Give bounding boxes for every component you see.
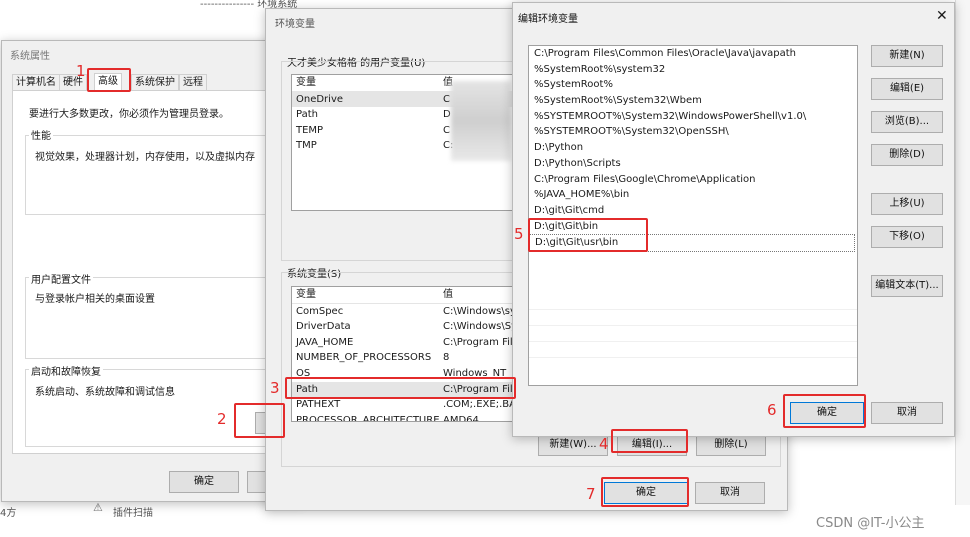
list-item[interactable]: %SYSTEMROOT%\System32\WindowsPowerShell\…	[529, 109, 857, 125]
blurred-region	[451, 81, 511, 161]
move-up-button[interactable]: 上移(U)	[871, 193, 943, 215]
user-profile-desc: 与登录帐户相关的桌面设置	[35, 294, 155, 305]
table-row[interactable]: PROCESSOR_ARCHITECTURE AMD64	[292, 413, 515, 421]
highlight-edit-ok	[783, 394, 866, 428]
performance-desc: 视觉效果，处理器计划，内存使用，以及虚拟内存	[35, 152, 255, 163]
highlight-env-ok	[601, 477, 689, 507]
table-row[interactable]: PATHEXT .COM;.EXE;.BAT	[292, 397, 515, 413]
performance-label: 性能	[29, 127, 53, 142]
system-properties-ok-button[interactable]: 确定	[169, 471, 239, 493]
tab-computer-name[interactable]: 计算机名	[12, 74, 60, 91]
system-variables-header: 变量 值	[292, 287, 515, 304]
performance-group	[25, 135, 277, 215]
column-header-variable: 变量	[296, 77, 316, 88]
list-item[interactable]: %SystemRoot%	[529, 77, 857, 93]
step-label-7: 7	[586, 485, 596, 503]
column-header-value: 值	[443, 289, 453, 300]
new-path-button[interactable]: 新建(N)	[871, 45, 943, 67]
highlight-advanced-tab	[87, 68, 131, 92]
list-item[interactable]: D:\git\Git\cmd	[529, 203, 857, 219]
list-item[interactable]: %SYSTEMROOT%\System32\OpenSSH\	[529, 124, 857, 140]
environment-cancel-button[interactable]: 取消	[695, 482, 765, 504]
step-label-4: 4	[599, 435, 609, 453]
warning-icon: ⚠	[93, 501, 103, 514]
window-title: 编辑环境变量	[518, 14, 578, 25]
user-profile-label: 用户配置文件	[29, 271, 93, 286]
tab-system-protection[interactable]: 系统保护	[131, 74, 179, 91]
step-label-3: 3	[270, 379, 280, 397]
list-item[interactable]: D:\Python	[529, 140, 857, 156]
highlight-new-git-paths	[528, 218, 648, 252]
window-title: 环境变量	[275, 19, 315, 30]
admin-note: 要进行大多数更改，你必须作为管理员登录。	[29, 109, 229, 120]
list-item[interactable]: %SystemRoot%\system32	[529, 62, 857, 78]
list-item[interactable]: C:\Program Files\Common Files\Oracle\Jav…	[529, 46, 857, 62]
window-title: 系统属性	[10, 51, 50, 62]
edit-text-button[interactable]: 编辑文本(T)...	[871, 275, 943, 297]
delete-system-variable-button[interactable]: 删除(L)	[696, 434, 766, 456]
watermark: CSDN @IT-小公主	[816, 516, 925, 531]
table-row[interactable]: NUMBER_OF_PROCESSORS 8	[292, 350, 515, 366]
path-entries-list[interactable]: C:\Program Files\Common Files\Oracle\Jav…	[528, 45, 858, 386]
list-item[interactable]: %SystemRoot%\System32\Wbem	[529, 93, 857, 109]
background-bottom-left-text: 4方	[0, 508, 17, 519]
new-system-variable-button[interactable]: 新建(W)...	[538, 434, 608, 456]
table-row[interactable]: ComSpec C:\Windows\sys	[292, 304, 515, 320]
move-down-button[interactable]: 下移(O)	[871, 226, 943, 248]
highlight-env-vars-button	[234, 403, 285, 438]
right-edge-window-strip	[955, 0, 970, 505]
step-label-1: 1	[76, 62, 86, 80]
list-item[interactable]: %JAVA_HOME%\bin	[529, 187, 857, 203]
list-divider	[529, 357, 857, 358]
table-row[interactable]: DriverData C:\Windows\Sys	[292, 319, 515, 335]
system-variables-table[interactable]: 变量 值 ComSpec C:\Windows\sys DriverData C…	[291, 286, 516, 422]
list-divider	[529, 325, 857, 326]
browse-button[interactable]: 浏览(B)...	[871, 111, 943, 133]
tab-remote[interactable]: 远程	[179, 74, 207, 91]
step-label-2: 2	[217, 410, 227, 428]
close-icon[interactable]: ✕	[936, 9, 948, 23]
table-row[interactable]: JAVA_HOME C:\Program File	[292, 335, 515, 351]
highlight-edit-button	[611, 429, 688, 453]
list-item[interactable]: D:\Python\Scripts	[529, 156, 857, 172]
step-label-5: 5	[514, 225, 524, 243]
list-item[interactable]: C:\Program Files\Google\Chrome\Applicati…	[529, 172, 857, 188]
startup-recovery-desc: 系统启动、系统故障和调试信息	[35, 387, 175, 398]
highlight-path-row	[285, 377, 516, 399]
list-divider	[529, 341, 857, 342]
edit-path-button[interactable]: 编辑(E)	[871, 78, 943, 100]
delete-path-button[interactable]: 删除(D)	[871, 144, 943, 166]
step-label-6: 6	[767, 401, 777, 419]
background-bottom-mid-text: 插件扫描	[113, 508, 153, 519]
column-header-variable: 变量	[296, 289, 316, 300]
edit-cancel-button[interactable]: 取消	[871, 402, 943, 424]
tab-panel: 要进行大多数更改，你必须作为管理员登录。 性能 视觉效果，处理器计划，内存使用，…	[12, 90, 292, 454]
startup-recovery-label: 启动和故障恢复	[29, 363, 103, 378]
list-divider	[529, 309, 857, 310]
